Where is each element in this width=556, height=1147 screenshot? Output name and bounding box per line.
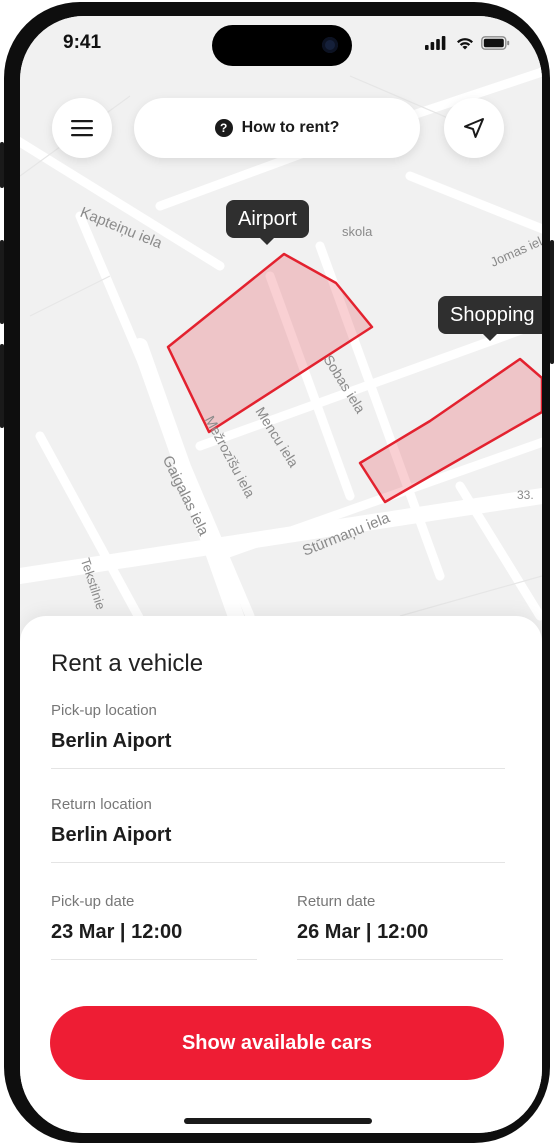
return-date-label: Return date <box>297 893 376 910</box>
status-time: 9:41 <box>63 32 102 53</box>
pickup-date-field[interactable]: Pick-up date 23 Mar | 12:00 <box>51 893 257 960</box>
side-button-action <box>0 142 4 188</box>
question-circle-icon: ? <box>214 119 233 137</box>
shopping-zone-label: Shopping <box>450 303 535 326</box>
how-to-rent-button[interactable]: ? How to rent? <box>134 98 420 158</box>
my-location-button[interactable] <box>444 98 504 158</box>
front-camera <box>322 37 338 53</box>
side-button-volume-up <box>0 240 4 324</box>
pickup-location-value: Berlin Aiport <box>51 730 172 752</box>
return-location-value: Berlin Aiport <box>51 824 172 846</box>
return-date-field[interactable]: Return date 26 Mar | 12:00 <box>297 893 503 960</box>
return-location-label: Return location <box>51 796 152 813</box>
side-button-volume-down <box>0 344 4 428</box>
menu-button[interactable] <box>52 98 112 158</box>
screen: Kapteiņu iela skola Jomas iel Mencu iela… <box>20 16 542 1133</box>
show-available-cars-label: Show available cars <box>181 1031 373 1054</box>
wifi-icon <box>457 38 473 50</box>
show-available-cars-button[interactable]: Show available cars <box>50 1006 504 1080</box>
pickup-location-field[interactable]: Pick-up location Berlin Aiport <box>51 702 505 769</box>
home-indicator[interactable] <box>184 1118 372 1124</box>
shopping-zone-tag[interactable]: Shopping <box>438 296 542 341</box>
pickup-date-label: Pick-up date <box>51 893 135 910</box>
battery-icon <box>481 36 510 50</box>
cellular-signal-icon <box>425 36 446 50</box>
airport-zone-label: Airport <box>238 207 297 230</box>
side-button-power <box>550 240 554 364</box>
street-label: skola <box>342 224 373 239</box>
pickup-date-value: 23 Mar | 12:00 <box>51 921 183 943</box>
rent-vehicle-sheet: Rent a vehicle Pick-up location Berlin A… <box>20 616 542 1133</box>
status-icons <box>425 36 510 50</box>
how-to-rent-label: How to rent? <box>241 119 340 136</box>
pickup-location-label: Pick-up location <box>51 702 157 719</box>
phone-frame: Kapteiņu iela skola Jomas iel Mencu iela… <box>0 2 554 1143</box>
dynamic-island <box>212 25 352 66</box>
sheet-title: Rent a vehicle <box>51 650 204 677</box>
hamburger-menu-icon <box>71 120 93 137</box>
status-bar: 9:41 <box>20 16 542 74</box>
airport-zone-tag[interactable]: Airport <box>226 200 309 245</box>
return-date-value: 26 Mar | 12:00 <box>297 921 429 943</box>
return-location-field[interactable]: Return location Berlin Aiport <box>51 796 505 863</box>
street-label: 33. <box>517 488 534 502</box>
navigation-arrow-icon <box>464 118 484 138</box>
